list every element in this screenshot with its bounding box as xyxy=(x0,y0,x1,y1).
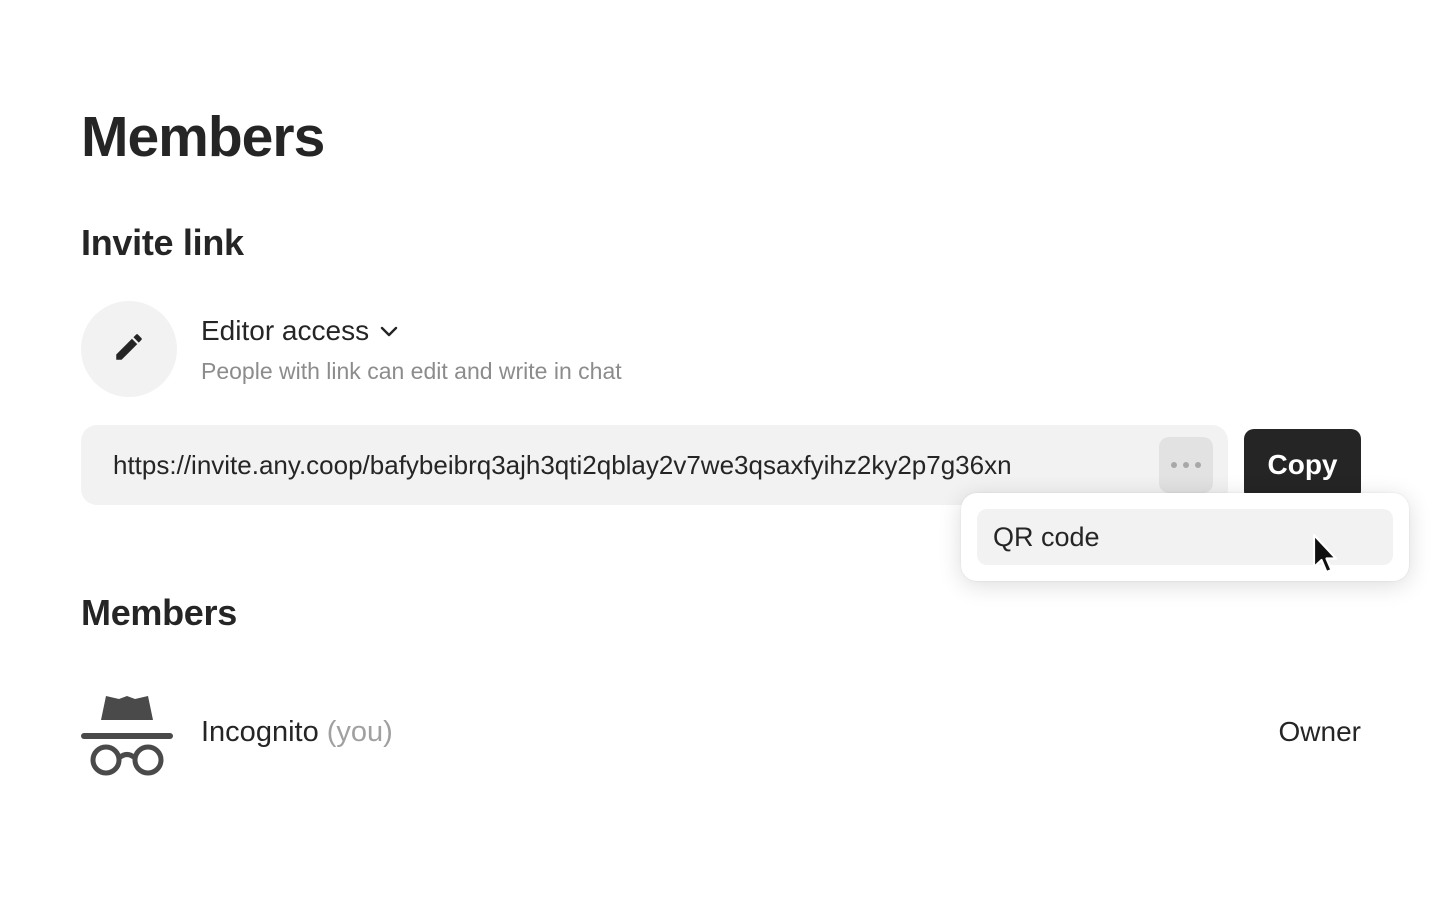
member-name-text: Incognito xyxy=(201,716,319,748)
member-row[interactable]: Incognito (you) Owner xyxy=(81,690,1361,778)
page-title: Members xyxy=(81,105,325,169)
you-label: (you) xyxy=(326,716,393,748)
member-role: Owner xyxy=(1278,716,1361,747)
more-dots-icon xyxy=(1169,456,1203,474)
pencil-icon xyxy=(112,330,146,369)
access-icon-circle xyxy=(81,301,177,397)
access-level-label: Editor access xyxy=(201,315,370,346)
members-page: Members Invite link Editor access People… xyxy=(0,0,1452,924)
copy-button[interactable]: Copy xyxy=(1244,429,1361,501)
options-menu: QR code xyxy=(961,493,1409,581)
menu-item-qr-code[interactable]: QR code xyxy=(977,509,1393,565)
members-heading: Members xyxy=(81,592,237,633)
access-level-dropdown[interactable]: Editor access xyxy=(201,312,622,350)
more-options-button[interactable] xyxy=(1159,437,1213,493)
invite-link-heading: Invite link xyxy=(81,222,244,263)
access-description: People with link can edit and write in c… xyxy=(201,358,622,384)
member-name: Incognito (you) xyxy=(201,712,393,752)
access-info: Editor access People with link can edit … xyxy=(201,312,622,386)
incognito-icon xyxy=(81,690,173,778)
chevron-down-icon xyxy=(379,324,399,338)
